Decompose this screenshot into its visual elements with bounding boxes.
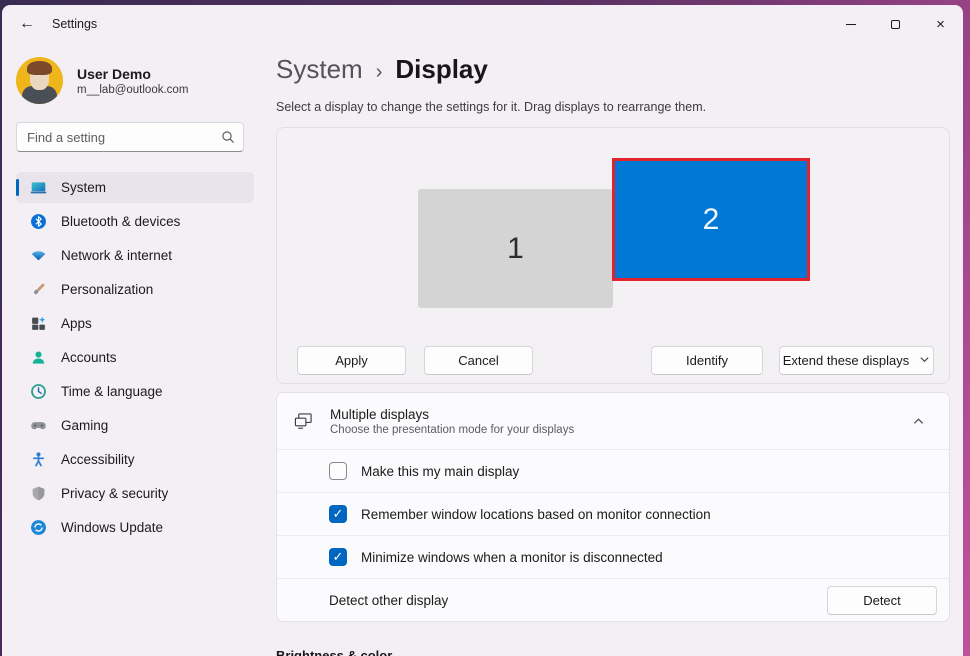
multiple-displays-card: Multiple displays Choose the presentatio… [276,392,950,622]
avatar [16,57,63,104]
sidebar-item-label: System [61,180,106,195]
sidebar-item-gaming[interactable]: Gaming [16,410,254,441]
sidebar-item-accounts[interactable]: Accounts [16,342,254,373]
sidebar-item-network-internet[interactable]: Network & internet [16,240,254,271]
identify-button[interactable]: Identify [651,346,763,375]
monitor-1-number: 1 [507,232,524,266]
sidebar-item-time-language[interactable]: Time & language [16,376,254,407]
back-arrow-icon: ← [19,15,35,33]
sidebar-item-label: Apps [61,316,92,331]
windows-update-icon [30,519,47,536]
app-title: Settings [52,17,97,31]
minimize-windows-label: Minimize windows when a monitor is disco… [361,550,663,565]
sidebar-item-label: Accessibility [61,452,135,467]
apps-icon [30,315,47,332]
accessibility-icon [30,451,47,468]
multiple-displays-header[interactable]: Multiple displays Choose the presentatio… [277,393,949,449]
breadcrumb-system[interactable]: System [276,54,363,85]
privacy-security-icon [30,485,47,502]
bluetooth-icon [30,213,47,230]
check-icon: ✓ [333,506,344,522]
minimize-button[interactable] [828,5,873,43]
detect-row: Detect other display Detect [277,578,949,621]
extend-displays-dropdown[interactable]: Extend these displays [779,346,934,375]
sidebar-item-label: Time & language [61,384,163,399]
main-content: System › Display Select a display to cha… [264,43,963,656]
user-profile[interactable]: User Demo m__lab@outlook.com [16,57,254,104]
sidebar-item-accessibility[interactable]: Accessibility [16,444,254,475]
sidebar-item-apps[interactable]: Apps [16,308,254,339]
sidebar-item-label: Bluetooth & devices [61,214,180,229]
page-title: Display [395,54,488,85]
monitor-2[interactable]: 2 [612,158,810,281]
sidebar-item-system[interactable]: System [16,172,254,203]
brightness-color-heading: Brightness & color [276,648,950,656]
sidebar-item-label: Privacy & security [61,486,168,501]
search-box [16,122,244,152]
personalization-icon [30,281,47,298]
sidebar-item-label: Personalization [61,282,153,297]
sidebar-item-windows-update[interactable]: Windows Update [16,512,254,543]
breadcrumb-separator-icon: › [376,61,383,84]
multiple-displays-title: Multiple displays [330,407,903,422]
window-controls: × [828,5,963,43]
option-row-minimize-windows: ✓ Minimize windows when a monitor is dis… [277,535,949,578]
display-arrangement-panel: 1 2 Apply Cancel Identify Extend these d… [276,127,950,384]
system-icon [30,179,47,196]
check-icon: ✓ [333,549,344,565]
option-row-main-display: Make this my main display [277,449,949,492]
remember-locations-label: Remember window locations based on monit… [361,507,711,522]
sidebar-item-privacy-security[interactable]: Privacy & security [16,478,254,509]
maximize-icon [891,20,900,29]
remember-locations-checkbox[interactable]: ✓ [329,505,347,523]
chevron-down-icon [919,353,930,368]
network-icon [30,247,47,264]
accounts-icon [30,349,47,366]
settings-window: ← Settings × User Demo m__lab@outlook.co… [2,5,963,656]
monitor-2-number: 2 [703,203,720,237]
main-display-label: Make this my main display [361,464,519,479]
sidebar-item-bluetooth-devices[interactable]: Bluetooth & devices [16,206,254,237]
profile-email: m__lab@outlook.com [77,84,188,96]
sidebar-item-label: Network & internet [61,248,172,263]
sidebar-item-label: Windows Update [61,520,163,535]
titlebar: ← Settings × [2,5,963,43]
profile-name: User Demo [77,66,188,82]
monitor-1[interactable]: 1 [418,189,613,308]
gaming-icon [30,417,47,434]
sidebar-item-label: Accounts [61,350,117,365]
close-button[interactable]: × [918,5,963,43]
breadcrumb: System › Display [276,54,950,85]
sidebar-item-personalization[interactable]: Personalization [16,274,254,305]
multiple-displays-icon [293,412,314,431]
detect-button[interactable]: Detect [827,586,937,615]
multiple-displays-subtitle: Choose the presentation mode for your di… [330,424,903,436]
sidebar-nav: System Bluetooth & devices Network & int… [16,172,254,543]
back-button[interactable]: ← [10,10,44,38]
minimize-icon [846,24,856,25]
close-icon: × [936,17,945,32]
search-input[interactable] [16,122,244,152]
page-subtitle: Select a display to change the settings … [276,100,950,114]
option-row-remember-locations: ✓ Remember window locations based on mon… [277,492,949,535]
sidebar: User Demo m__lab@outlook.com System [2,43,264,656]
apply-button[interactable]: Apply [297,346,406,375]
main-display-checkbox[interactable] [329,462,347,480]
sidebar-item-label: Gaming [61,418,108,433]
collapse-chevron-up-icon[interactable] [903,415,933,428]
minimize-windows-checkbox[interactable]: ✓ [329,548,347,566]
detect-other-display-label: Detect other display [329,593,827,608]
cancel-button[interactable]: Cancel [424,346,533,375]
extend-displays-label: Extend these displays [783,353,909,368]
time-language-icon [30,383,47,400]
maximize-button[interactable] [873,5,918,43]
search-icon [221,130,235,149]
